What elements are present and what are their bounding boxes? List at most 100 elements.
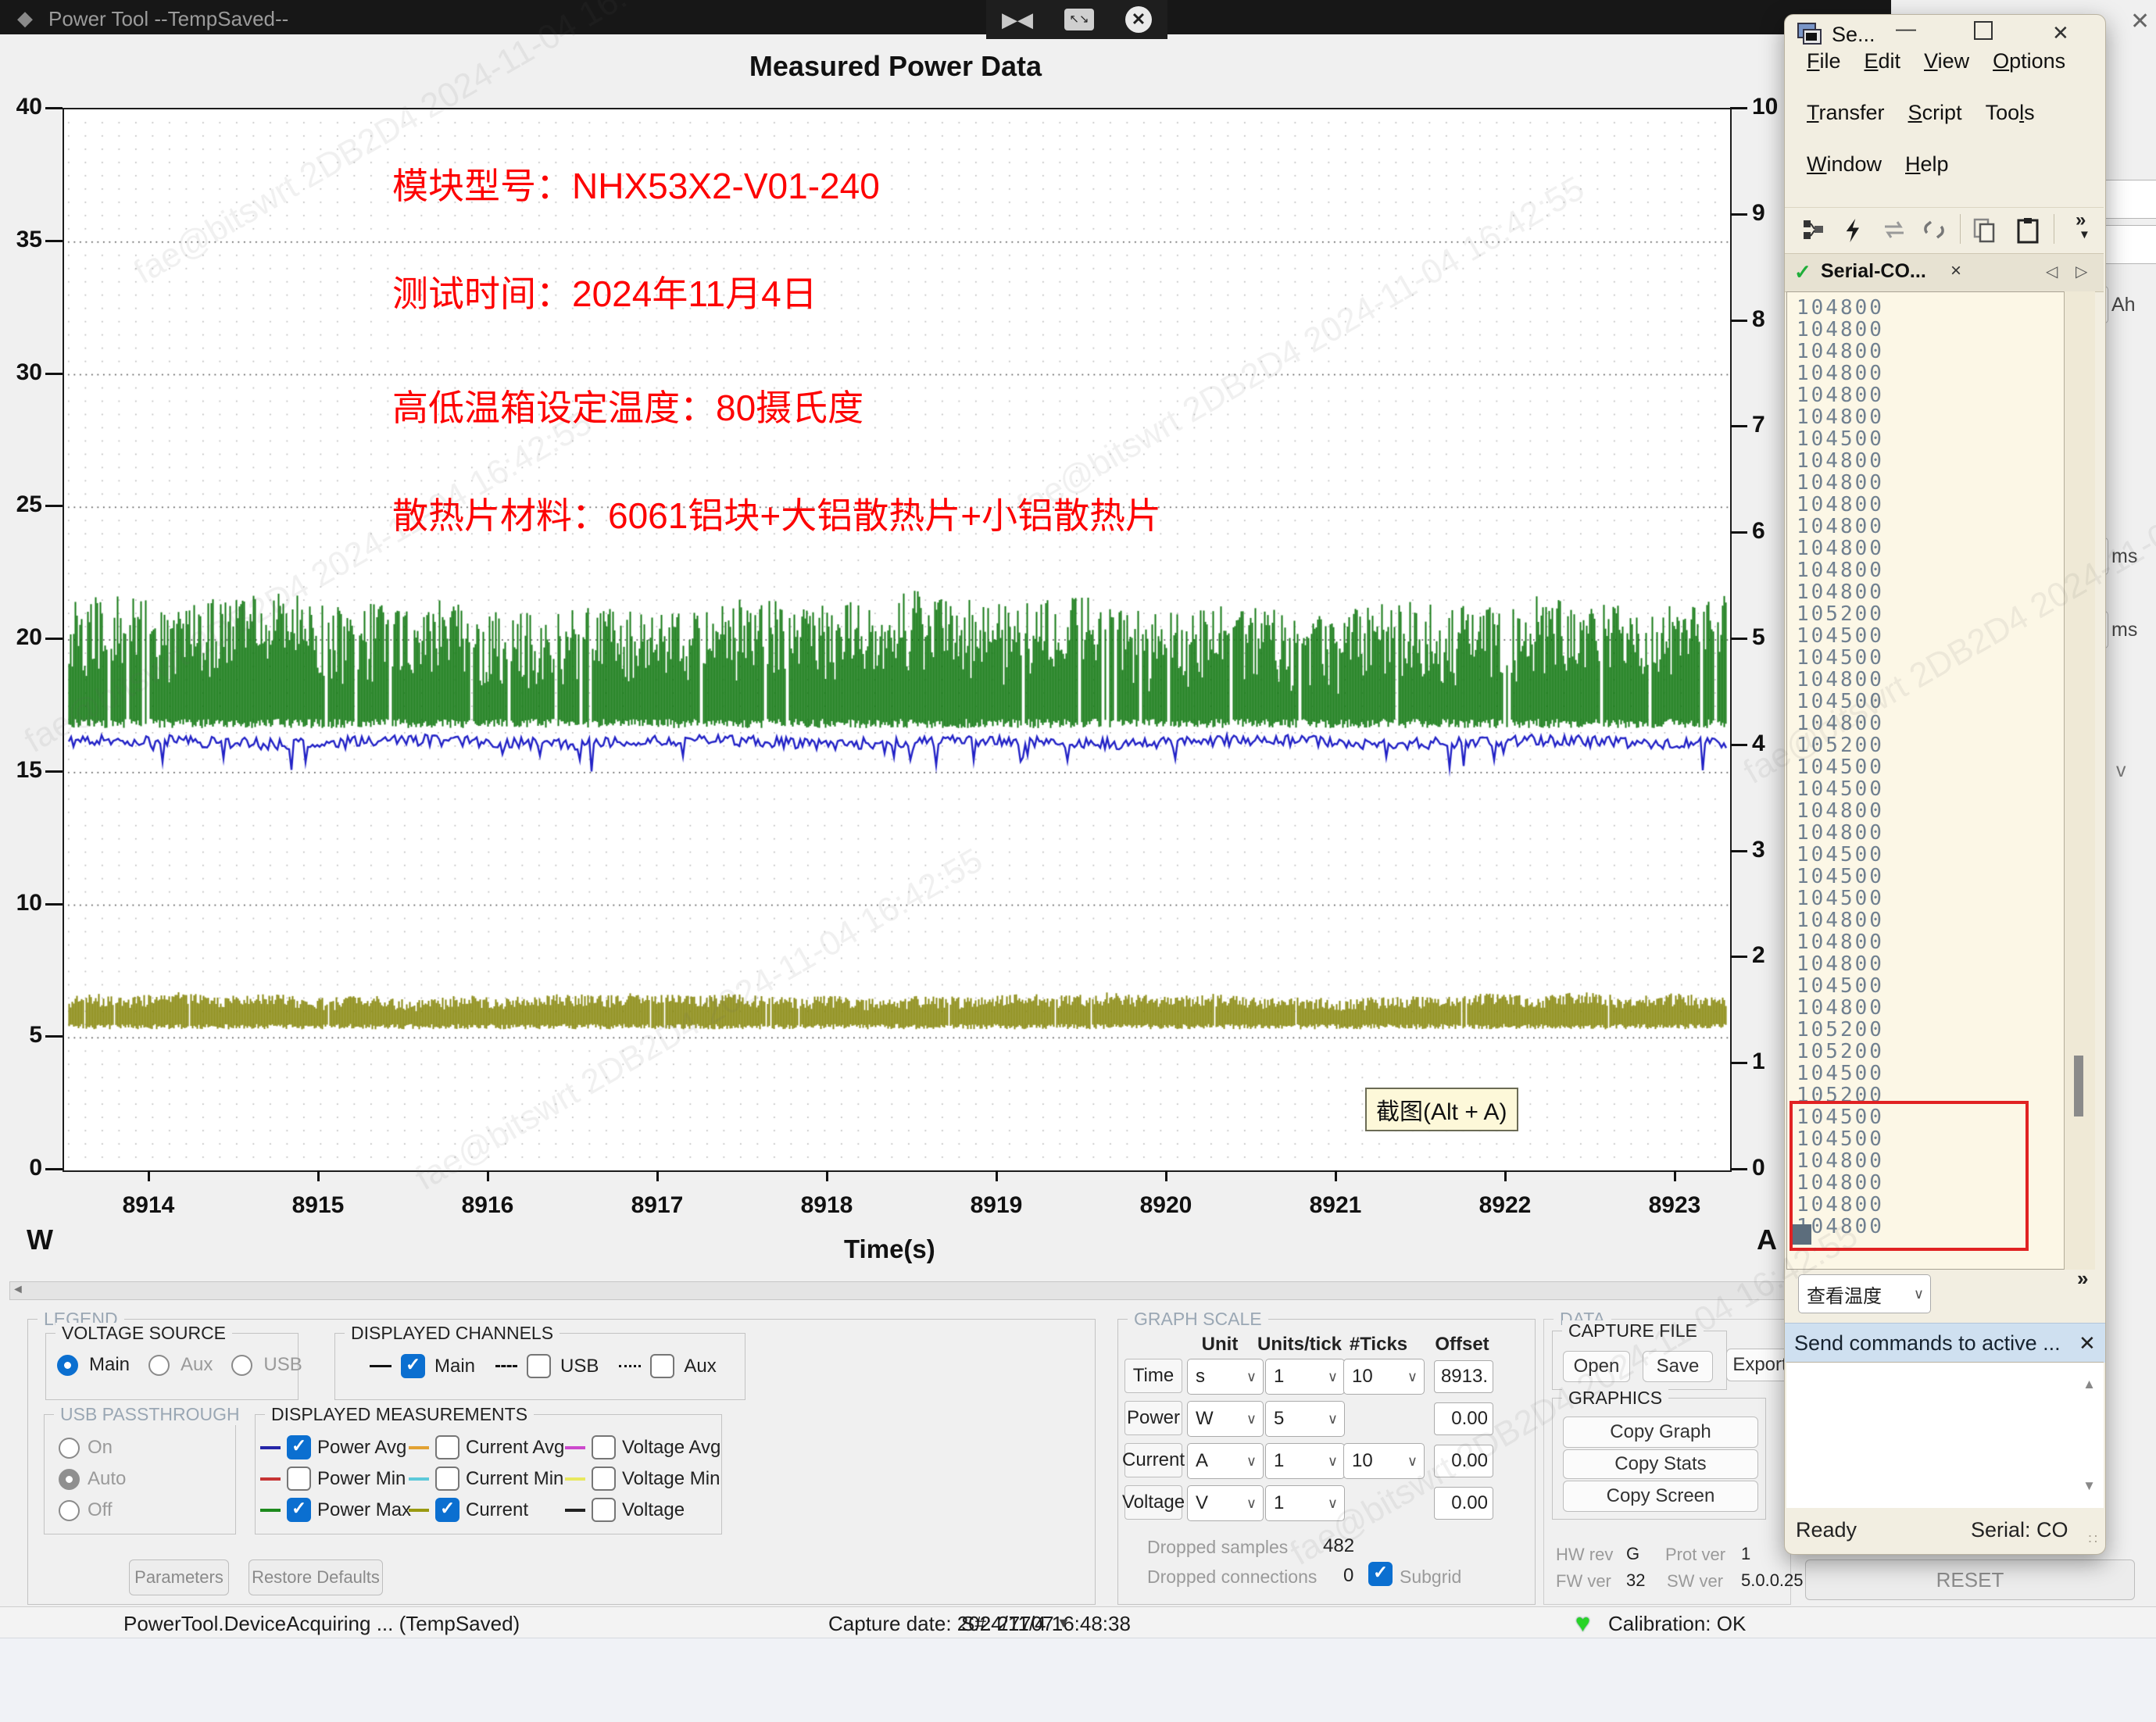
scale-time-offset-field[interactable]: 8913. (1434, 1360, 1493, 1393)
sw-ver-value: 5.0.0.25 (1741, 1570, 1804, 1591)
menu-options[interactable]: Options (1993, 49, 2065, 73)
expand-icon[interactable]: ↖↘ (1064, 9, 1094, 30)
scale-time-unit-combo[interactable]: s∨ (1187, 1359, 1264, 1395)
copy-icon[interactable] (1972, 217, 1997, 244)
measurement-checkbox-power-avg[interactable] (287, 1435, 311, 1459)
left-axis-tick-label: 15 (3, 757, 42, 784)
parameters-button[interactable]: Parameters (129, 1559, 229, 1595)
measurement-line-sample (260, 1477, 281, 1481)
command-bar-overflow-icon[interactable]: » (2077, 1266, 2088, 1291)
resize-grip-icon[interactable]: ∷ (2089, 1531, 2099, 1548)
maximize-icon[interactable] (1974, 21, 1993, 45)
menu-row-2: Transfer Script Tools (1807, 101, 2035, 125)
tab-scroll-right-icon[interactable]: ▷ (2076, 262, 2087, 281)
send-commands-bar[interactable]: Send commands to active ... ✕ (1785, 1323, 2105, 1363)
left-axis-tick-label: 20 (3, 624, 42, 651)
copy-screen-button[interactable]: Copy Screen (1563, 1481, 1758, 1512)
menu-window[interactable]: Window (1807, 152, 1882, 177)
header-unit: Unit (1202, 1334, 1239, 1356)
open-button[interactable]: Open (1563, 1351, 1630, 1382)
combo-chevron-icon: ∨ (1914, 1286, 1924, 1302)
scale-current-unit-combo[interactable]: A∨ (1187, 1443, 1264, 1479)
usb-passthrough-radio-off[interactable] (59, 1500, 80, 1521)
menu-help[interactable]: Help (1905, 152, 1949, 177)
voltage-source-radio-usb[interactable] (231, 1355, 252, 1376)
menu-script[interactable]: Script (1908, 101, 1962, 125)
usb-passthrough-radio-auto[interactable] (59, 1469, 80, 1490)
scale-time-ticks-combo[interactable]: 10∨ (1343, 1359, 1425, 1395)
measurement-checkbox-current-min[interactable] (435, 1467, 459, 1491)
dropped-connections-value: 0 (1343, 1565, 1353, 1587)
terminal-scrollbar[interactable] (2064, 291, 2095, 1270)
measurement-checkbox-current[interactable] (435, 1498, 459, 1522)
save-button[interactable]: Save (1643, 1351, 1713, 1382)
scroll-left-icon[interactable]: ◄ (12, 1283, 24, 1297)
switch-monitor-icon[interactable]: ▶◀ (1002, 8, 1033, 32)
paste-icon[interactable] (2016, 217, 2040, 244)
cmd-scroll-up-icon[interactable]: ▲ (2083, 1377, 2096, 1392)
terminal-line: 104500 (1787, 844, 2093, 866)
send-bar-close-icon[interactable]: ✕ (2079, 1331, 2096, 1356)
close-circle-icon[interactable]: ✕ (1125, 6, 1152, 33)
measurement-checkbox-voltage-min[interactable] (592, 1467, 616, 1491)
scale-power-offset-field[interactable]: 0.00 (1434, 1402, 1493, 1435)
measurement-checkbox-power-max[interactable] (287, 1498, 311, 1522)
tab-close-icon[interactable]: × (1950, 260, 1961, 282)
hidden-window-close-icon[interactable]: ✕ (2130, 8, 2150, 35)
menu-transfer[interactable]: Transfer (1807, 101, 1885, 125)
x-axis-tick-label: 8915 (263, 1192, 373, 1219)
copy-graph-button[interactable]: Copy Graph (1563, 1417, 1758, 1448)
displayed-channels-group: DISPLAYED CHANNELS MainUSBAux (334, 1333, 745, 1400)
prot-ver-label: Prot ver (1665, 1545, 1725, 1565)
menu-edit[interactable]: Edit (1865, 49, 1901, 73)
measurement-checkbox-voltage[interactable] (592, 1498, 616, 1522)
measurement-checkbox-voltage-avg[interactable] (592, 1435, 616, 1459)
scale-current-ticks-combo[interactable]: 10∨ (1343, 1443, 1425, 1479)
scale-current-offset-field[interactable]: 0.00 (1434, 1445, 1493, 1477)
tab-scroll-left-icon[interactable]: ◁ (2046, 262, 2058, 281)
toolbar-dropdown-icon[interactable]: ▼ (2079, 228, 2090, 241)
quick-connect-icon[interactable] (1843, 217, 1865, 244)
minimize-icon[interactable]: — (1896, 16, 1916, 41)
session-manager-icon[interactable] (1802, 217, 1825, 242)
subgrid-checkbox[interactable] (1368, 1562, 1393, 1586)
status-serial-number[interactable]: S#: 27707 (961, 1612, 1054, 1636)
restore-defaults-button[interactable]: Restore Defaults (248, 1559, 383, 1595)
x-axis-tick (148, 1170, 150, 1181)
reset-button[interactable]: RESET (1805, 1559, 2135, 1600)
scale-current-units-per-tick-combo[interactable]: 1∨ (1265, 1443, 1345, 1479)
voltage-source-radio-aux[interactable] (148, 1355, 170, 1376)
terminal-line: 104800 (1787, 953, 2093, 975)
channel-checkbox-usb[interactable] (527, 1354, 551, 1378)
scale-power-unit-combo[interactable]: W∨ (1187, 1401, 1264, 1437)
voltage-source-radio-main[interactable] (57, 1355, 78, 1376)
tab-serial-com[interactable]: Serial-CO... (1821, 260, 1926, 283)
scale-voltage-units-per-tick-combo[interactable]: 1∨ (1265, 1485, 1345, 1521)
scale-time-units-per-tick-combo[interactable]: 1∨ (1265, 1359, 1345, 1395)
command-preset-combo[interactable]: 查看温度 ∨ (1798, 1274, 1931, 1313)
terminal-scrollbar-thumb[interactable] (2074, 1056, 2083, 1116)
chart-horizontal-scrollbar[interactable]: ◄ (9, 1281, 1787, 1300)
chart-plot-area[interactable]: 模块型号：NHX53X2-V01-240 测试时间：2024年11月4日 高低温… (63, 108, 1732, 1172)
left-axis-tick (45, 107, 63, 109)
menu-tools[interactable]: Tools (1986, 101, 2035, 125)
scale-voltage-offset-field[interactable]: 0.00 (1434, 1487, 1493, 1520)
cmd-scroll-down-icon[interactable]: ▼ (2083, 1478, 2096, 1494)
reconnect-icon[interactable] (1880, 217, 1908, 242)
channel-line-sample-solid (370, 1365, 392, 1367)
menu-view[interactable]: View (1924, 49, 1969, 73)
channel-checkbox-main[interactable] (401, 1354, 425, 1378)
measurement-checkbox-current-avg[interactable] (435, 1435, 459, 1459)
measurement-checkbox-power-min[interactable] (287, 1467, 311, 1491)
scale-voltage-unit-combo[interactable]: V∨ (1187, 1485, 1264, 1521)
disconnect-icon[interactable] (1921, 217, 1947, 242)
copy-stats-button[interactable]: Copy Stats (1563, 1449, 1758, 1479)
channel-checkbox-aux[interactable] (650, 1354, 674, 1378)
close-icon[interactable]: ✕ (2052, 21, 2069, 45)
serial-number-dropdown-icon[interactable]: ▼ (1057, 1615, 1071, 1631)
menu-file[interactable]: File (1807, 49, 1841, 73)
scale-power-units-per-tick-combo[interactable]: 5∨ (1265, 1401, 1345, 1437)
usb-passthrough-radio-on[interactable] (59, 1438, 80, 1459)
command-input-area[interactable]: ▲ ▼ (1786, 1362, 2104, 1508)
left-axis-tick-label: 35 (3, 227, 42, 253)
